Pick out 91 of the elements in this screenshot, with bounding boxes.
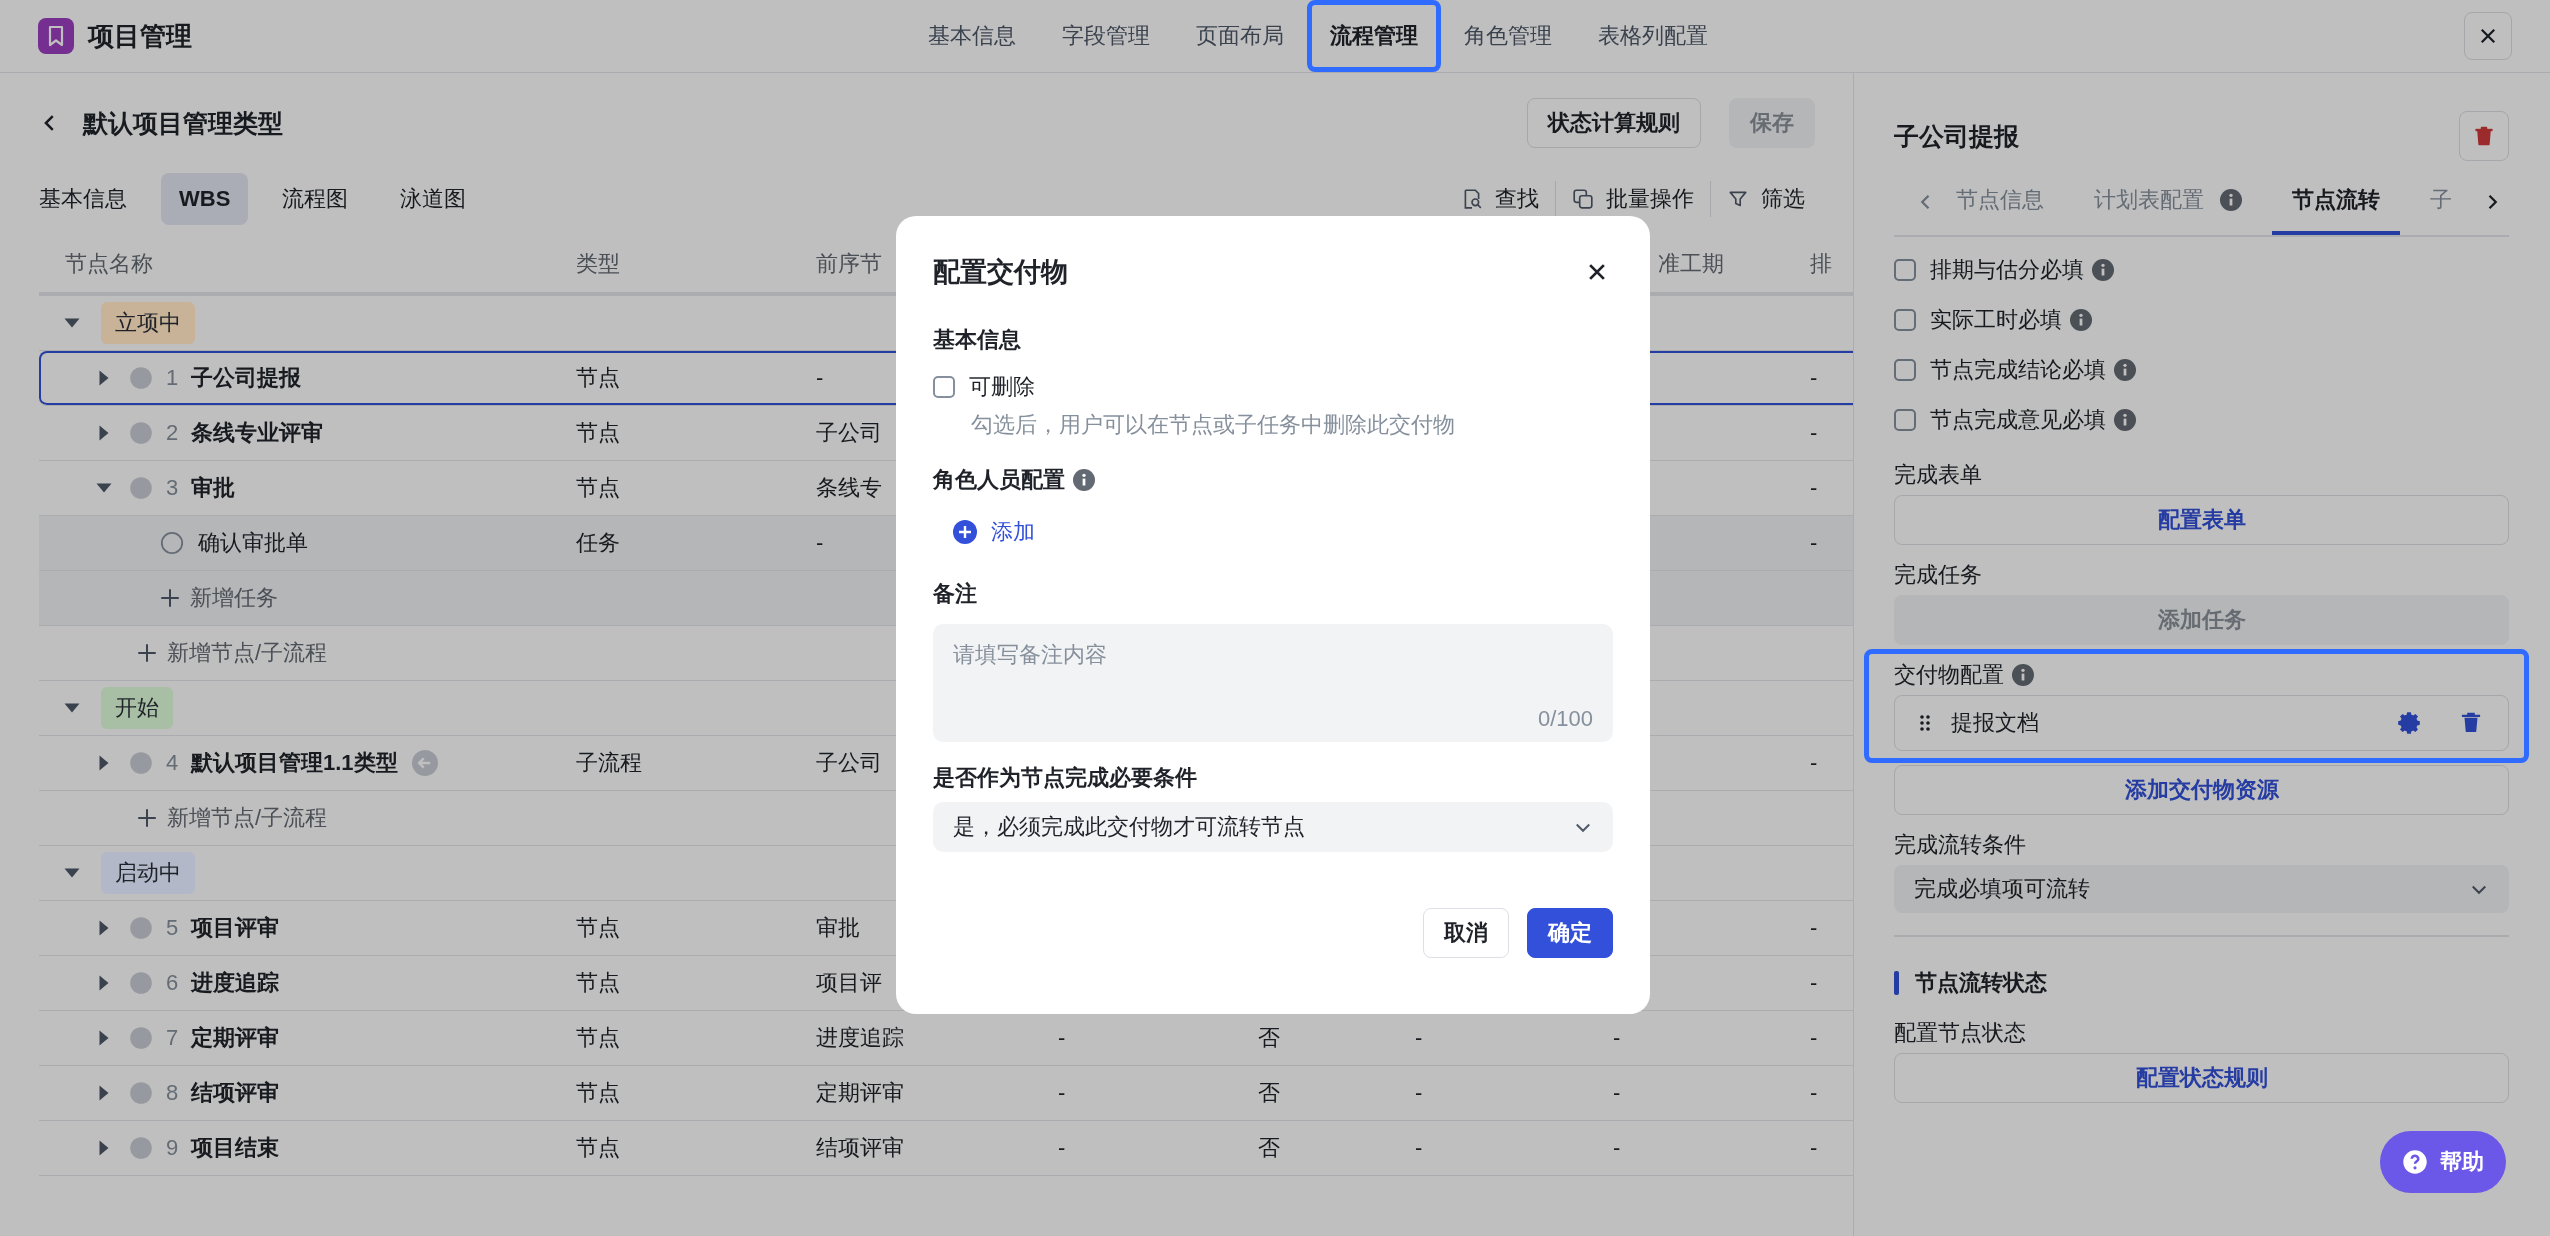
table-cell: -: [816, 365, 824, 390]
hint-text: 勾选后，用户可以在节点或子任务中删除此交付物: [971, 411, 1455, 439]
section-label: 完成任务: [1894, 561, 1983, 589]
table-cell: -: [1810, 915, 1818, 940]
table-cell: 定期评审: [816, 1080, 904, 1105]
row-number: 3: [164, 475, 180, 501]
task-name: 确认审批单: [198, 529, 308, 557]
table-cell: 节点: [576, 1135, 620, 1160]
checkbox-label: 可删除: [969, 373, 1035, 401]
app-title: 项目管理: [88, 19, 192, 53]
section-label: 备注: [933, 580, 977, 608]
row-number: 9: [164, 1135, 180, 1161]
row-number: 1: [164, 365, 180, 391]
table-cell: 节点: [576, 420, 620, 445]
node-name: 定期评审: [191, 1024, 279, 1052]
table-cell: -: [1613, 1135, 1621, 1160]
checkbox-label: 排期与估分必填: [1930, 256, 2084, 284]
row-number: 6: [164, 970, 180, 996]
column-header: 节点名称: [65, 250, 153, 278]
node-name: 项目结束: [191, 1134, 279, 1162]
row-number: 5: [164, 915, 180, 941]
table-cell: -: [1613, 1025, 1621, 1050]
checkbox-label: 节点完成意见必填: [1930, 406, 2106, 434]
row-number: 7: [164, 1025, 180, 1051]
node-name: 结项评审: [191, 1079, 279, 1107]
table-cell: 子公司: [816, 420, 882, 445]
table-cell: 节点: [576, 365, 620, 390]
table-cell: 节点: [576, 475, 620, 500]
table-cell: 节点: [576, 915, 620, 940]
table-cell: 审批: [816, 915, 860, 940]
panel-title: 子公司提报: [1894, 120, 2019, 152]
section-label: 角色人员配置: [933, 466, 1065, 494]
column-header: 前序节: [816, 251, 882, 276]
character-counter: 0/100: [1537, 706, 1593, 732]
table-cell: -: [1415, 1080, 1423, 1105]
table-cell: 否: [1258, 1080, 1280, 1105]
stage-tag: 开始: [101, 687, 173, 729]
table-cell: -: [1810, 475, 1818, 500]
table-cell: 节点: [576, 1080, 620, 1105]
table-cell: 否: [1258, 1135, 1280, 1160]
table-cell: -: [1810, 420, 1818, 445]
table-cell: 任务: [576, 530, 620, 555]
table-cell: -: [1810, 1135, 1818, 1160]
column-header: 准工期: [1657, 251, 1724, 276]
column-header: 排: [1810, 251, 1832, 276]
node-name: 默认项目管理1.1类型: [191, 749, 398, 777]
table-cell: 节点: [576, 970, 620, 995]
section-label: 基本信息: [933, 326, 1021, 354]
stage-tag: 启动中: [101, 852, 195, 894]
table-cell: 条线专: [816, 475, 882, 500]
table-cell: 进度追踪: [816, 1025, 904, 1050]
stage-tag: 立项中: [101, 302, 195, 344]
table-cell: -: [816, 530, 824, 555]
table-cell: -: [1810, 970, 1818, 995]
deliverable-name: 提报文档: [1951, 709, 2040, 737]
section-label: 完成流转条件: [1894, 831, 2027, 859]
checkbox-label: 节点完成结论必填: [1930, 356, 2106, 384]
node-name: 项目评审: [191, 914, 279, 942]
row-number: 2: [164, 420, 180, 446]
table-cell: 项目评: [816, 970, 882, 995]
section-label: 完成表单: [1894, 461, 1983, 489]
section-label: 是否作为节点完成必要条件: [933, 764, 1197, 792]
table-cell: -: [1058, 1080, 1066, 1105]
table-cell: -: [1415, 1135, 1423, 1160]
node-name: 子公司提报: [191, 364, 301, 392]
table-cell: -: [1810, 1080, 1818, 1105]
table-cell: 结项评审: [816, 1135, 904, 1160]
table-cell: 否: [1258, 1025, 1280, 1050]
table-cell: -: [1613, 1080, 1621, 1105]
node-name: 进度追踪: [191, 969, 279, 997]
row-number: 4: [164, 750, 180, 776]
table-cell: -: [1058, 1135, 1066, 1160]
dialog-title: 配置交付物: [933, 256, 1068, 289]
section-label: 交付物配置: [1894, 661, 2004, 689]
section-heading: 节点流转状态: [1915, 969, 2047, 997]
checkbox-label: 实际工时必填: [1930, 306, 2062, 334]
table-cell: -: [1810, 750, 1818, 775]
node-name: 条线专业评审: [191, 419, 323, 447]
table-cell: 子流程: [576, 750, 642, 775]
column-header: 类型: [576, 251, 620, 276]
table-cell: -: [1810, 1025, 1818, 1050]
table-cell: -: [1415, 1025, 1423, 1050]
section-label: 配置节点状态: [1894, 1019, 2027, 1047]
table-cell: -: [1058, 1025, 1066, 1050]
node-name: 审批: [191, 474, 235, 502]
table-cell: -: [1810, 530, 1818, 555]
row-number: 8: [164, 1080, 180, 1106]
table-cell: -: [1810, 365, 1818, 390]
page-title: 默认项目管理类型: [83, 107, 283, 139]
table-cell: 节点: [576, 1025, 620, 1050]
table-cell: 子公司: [816, 750, 882, 775]
